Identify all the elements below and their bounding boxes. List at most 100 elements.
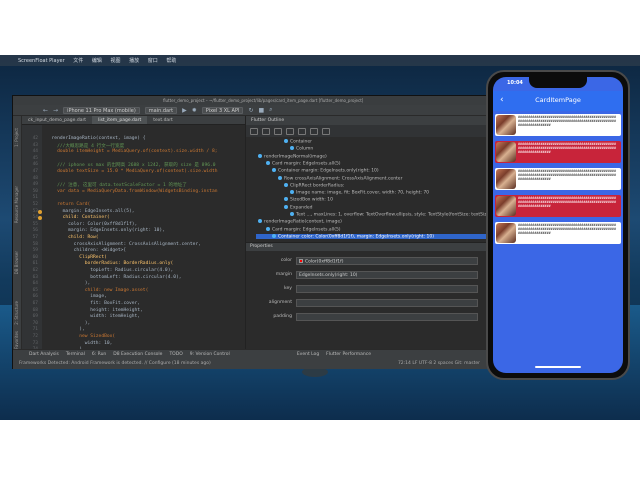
screen: ScreenFloat Player 文件 编辑 视图 播放 窗口 帮助 flu… [0, 0, 640, 480]
outline-row[interactable]: Row crossAxisAlignment: CrossAxisAlignme… [278, 175, 403, 181]
outline-row-label: Image name: image, fit: BoxFit.cover, wi… [296, 190, 430, 196]
property-value-field[interactable]: Color(0xff8d1f1f) [296, 257, 478, 265]
outline-row[interactable]: Image name: image, fit: BoxFit.cover, wi… [290, 190, 429, 196]
wrap-column-icon[interactable] [274, 127, 282, 135]
wrap-center-icon[interactable] [250, 127, 258, 135]
outline-row[interactable]: renderImageNormal(image) [258, 153, 327, 159]
outline-row-label: Expanded [290, 205, 313, 211]
property-value-field[interactable] [296, 299, 478, 307]
line-number: 51 [32, 195, 38, 201]
search-icon[interactable]: ⌕ [269, 106, 272, 114]
device-selector[interactable]: iPhone 11 Pro Max (mobile) [63, 106, 140, 114]
editor-tab-active[interactable]: list_item_page.dart [92, 116, 148, 124]
outline-row[interactable]: Column [290, 146, 313, 152]
todo-tab[interactable]: TODO [169, 352, 182, 357]
outline-row[interactable]: Card margin: EdgeInsets.all(5) [266, 226, 341, 232]
menu-app[interactable]: ScreenFloat Player [18, 58, 65, 64]
version-control-tab[interactable]: 9: Version Control [190, 352, 230, 357]
project-tab[interactable]: 1: Project [14, 128, 19, 147]
event-log-tab[interactable]: Event Log [297, 352, 319, 357]
card-item[interactable]: ########################################… [495, 222, 621, 244]
line-number: 48 [32, 175, 38, 181]
properties-header: Properties [246, 243, 489, 251]
outline-row[interactable]: Card margin: EdgeInsets.all(5) [266, 160, 341, 166]
property-value-field[interactable] [296, 313, 478, 321]
run-tab[interactable]: 6: Run [92, 352, 106, 357]
code-line: ///大概思路是 4 行文一行宽度 [46, 143, 125, 149]
home-indicator [535, 366, 581, 368]
flutter-performance-tab[interactable]: Flutter Performance [326, 352, 371, 357]
property-value: EdgeInsets.only(right: 10) [299, 273, 358, 278]
menu-window[interactable]: 窗口 [148, 58, 158, 64]
outline-row[interactable]: SizedBox width: 10 [284, 197, 333, 203]
editor-tab[interactable]: text.dart [147, 116, 179, 124]
db-browser-tab[interactable]: DB Browser [14, 251, 19, 274]
db-console-tab[interactable]: D8 Execution Console [113, 352, 162, 357]
color-swatch-icon[interactable] [299, 259, 303, 263]
debug-icon[interactable]: ✹ [192, 107, 197, 114]
outline-row[interactable]: Text ..., maxLines: 1, overflow: TextOve… [290, 212, 491, 218]
run-config-selector[interactable]: main.dart [144, 106, 178, 114]
card-item[interactable]: ########################################… [495, 114, 621, 136]
property-row: key [246, 283, 489, 295]
line-number: 61 [32, 261, 38, 267]
code-line: new SizedBox( [46, 334, 116, 339]
breakpoint-marker[interactable] [38, 209, 42, 214]
phone-simulator: 10:04 ‹ CardItemPage ###################… [486, 70, 630, 380]
wrap-row-icon[interactable] [286, 127, 294, 135]
remove-widget-icon[interactable] [322, 127, 330, 135]
structure-tab[interactable]: 2: Structure [14, 301, 19, 325]
menu-help[interactable]: 帮助 [166, 58, 176, 64]
menu-file[interactable]: 文件 [73, 58, 83, 64]
card-item[interactable]: ########################################… [495, 195, 621, 217]
menubar: ScreenFloat Player 文件 编辑 视图 播放 窗口 帮助 [0, 55, 640, 66]
resource-manager-tab[interactable]: Resource Manager [14, 186, 19, 223]
code-line: crossAxisAlignment: CrossAxisAlignment.c… [46, 241, 201, 247]
card-item[interactable]: ########################################… [495, 168, 621, 190]
code-line: margin: EdgeInsets.only(right: 10), [46, 228, 165, 234]
move-up-icon[interactable] [298, 127, 306, 135]
stop-icon[interactable]: ■ [258, 107, 264, 114]
outline-row[interactable]: renderImageRatio(context, image) [258, 219, 342, 225]
code-line: return Card( [46, 202, 91, 207]
card-text: ########################################… [518, 142, 616, 154]
property-label: alignment [268, 300, 292, 305]
widget-icon [266, 160, 270, 165]
attach-device[interactable]: Pixel 3 XL API [201, 106, 244, 114]
wrap-padding-icon[interactable] [262, 127, 270, 135]
line-number: 72 [32, 334, 38, 339]
card-item[interactable]: ########################################… [495, 141, 621, 163]
widget-icon [284, 204, 288, 209]
property-value-field[interactable]: EdgeInsets.only(right: 10) [296, 271, 478, 279]
line-number: 71 [32, 327, 38, 333]
back-arrow-icon[interactable]: ← [43, 107, 48, 114]
outline-row-label: Text ..., maxLines: 1, overflow: TextOve… [296, 212, 492, 218]
card-thumbnail [496, 196, 516, 216]
outline-row[interactable]: Container color: Color(0xff8d1f1f), marg… [256, 233, 486, 240]
card-thumbnail [496, 169, 516, 189]
menu-view[interactable]: 视图 [111, 58, 121, 64]
outline-row[interactable]: Container [284, 139, 312, 145]
line-number: 54 [32, 215, 38, 221]
outline-row-label: ClipRRect borderRadius: [290, 183, 345, 189]
forward-arrow-icon[interactable]: → [53, 107, 58, 114]
reload-icon[interactable]: ↻ [248, 107, 253, 114]
phone-notch [529, 77, 587, 88]
dart-analysis-tab[interactable]: Dart Analysis [29, 352, 59, 357]
outline-row[interactable]: Container margin: EdgeInsets.only(right:… [272, 168, 379, 174]
menu-play[interactable]: 播放 [129, 58, 139, 64]
tool-window-bar: Dart Analysis Terminal 6: Run D8 Executi… [13, 349, 488, 359]
line-number: 46 [32, 162, 38, 168]
menu-edit[interactable]: 编辑 [92, 58, 102, 64]
editor-tab[interactable]: ck_input_demo_page.dart [22, 116, 92, 124]
framework-notice[interactable]: Frameworks Detected: Android Framework i… [19, 361, 211, 366]
code-editor[interactable]: ck_input_demo_page.dart list_item_page.d… [22, 116, 245, 359]
outline-row[interactable]: ClipRRect borderRadius: [284, 182, 345, 189]
outline-row-label: Row crossAxisAlignment: CrossAxisAlignme… [284, 176, 403, 181]
run-icon[interactable]: ▶ [182, 107, 187, 114]
outline-row[interactable]: Expanded [284, 204, 313, 211]
property-value-field[interactable] [296, 285, 478, 293]
terminal-tab[interactable]: Terminal [66, 352, 85, 357]
move-down-icon[interactable] [310, 127, 318, 135]
card-thumbnail [496, 223, 516, 243]
